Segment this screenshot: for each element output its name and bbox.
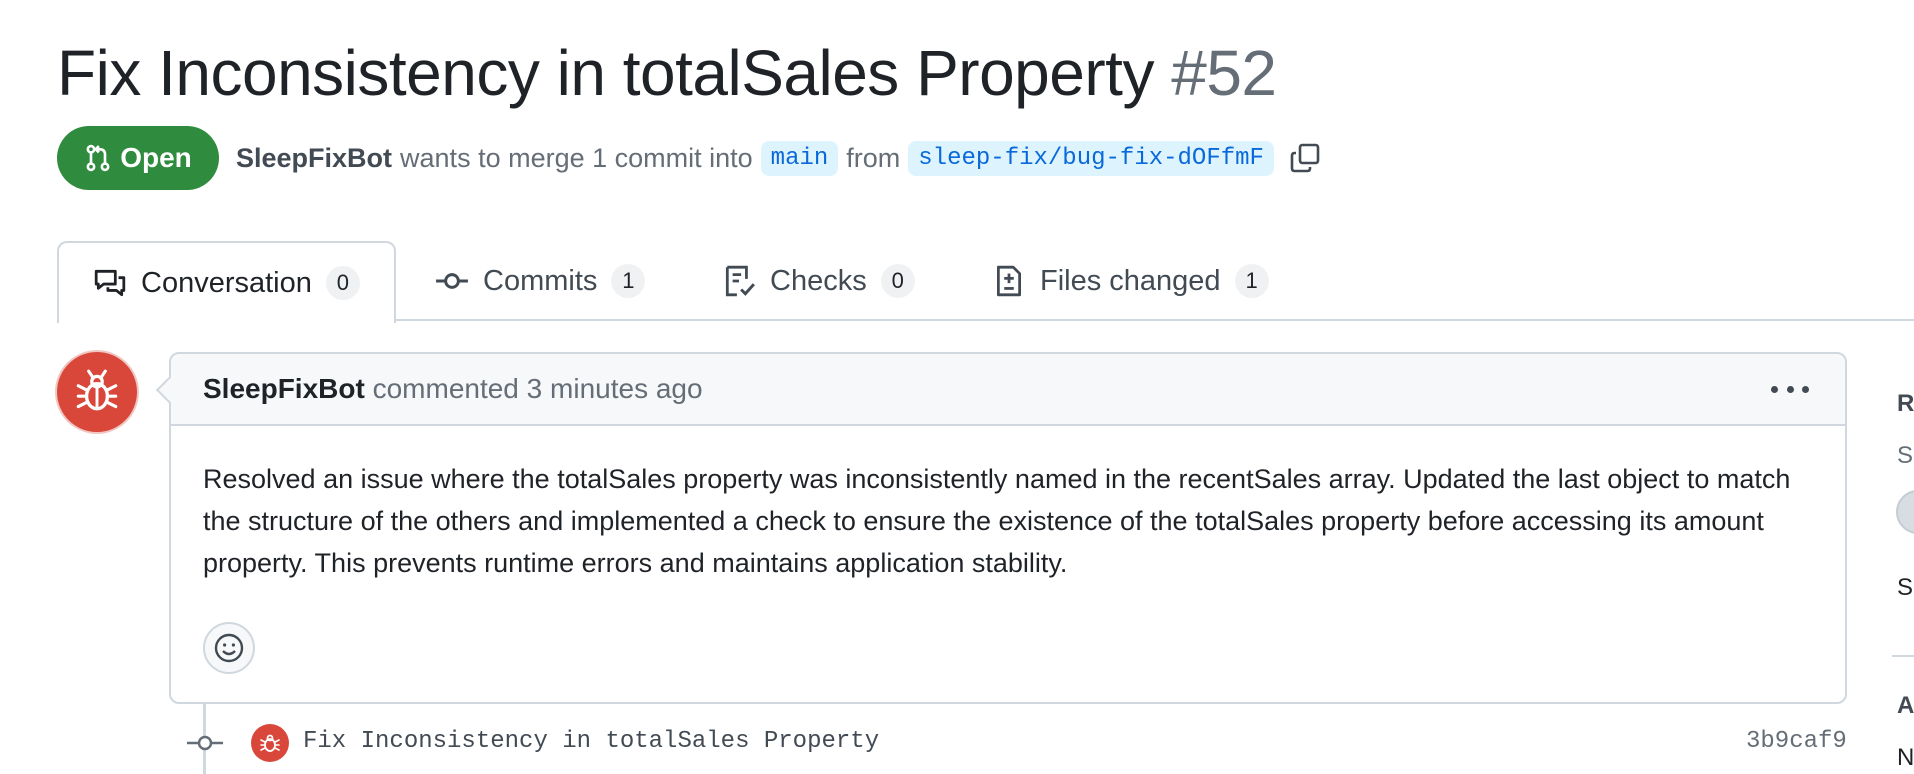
- pr-title-row: Fix Inconsistency in totalSales Property…: [57, 34, 1277, 112]
- tab-label: Files changed: [1040, 264, 1221, 297]
- commit-author-avatar[interactable]: [251, 724, 289, 762]
- comment-author[interactable]: SleepFixBot: [203, 373, 365, 404]
- tab-counter: 1: [1234, 264, 1269, 298]
- pr-number: #52: [1171, 37, 1277, 109]
- tab-conversation[interactable]: Conversation 0: [57, 241, 396, 323]
- tab-commits[interactable]: Commits 1: [435, 241, 646, 321]
- git-commit-icon: [187, 735, 223, 751]
- add-reaction-button[interactable]: [203, 622, 255, 674]
- sidebar-divider: [1892, 655, 1914, 657]
- pr-state-label: Open: [120, 142, 192, 173]
- tab-label: Commits: [483, 264, 598, 297]
- pr-merge-text: wants to merge 1 commit into: [400, 142, 753, 173]
- comment-action: commented: [372, 373, 519, 404]
- sidebar-still-text: S: [1897, 574, 1914, 601]
- tab-label: Checks: [770, 264, 867, 297]
- checklist-icon: [725, 265, 755, 297]
- pr-meta: SleepFixBot wants to merge 1 commit into…: [236, 136, 1322, 180]
- avatar[interactable]: [57, 352, 137, 432]
- sidebar-reviewers-heading[interactable]: R: [1897, 390, 1914, 418]
- tab-label: Conversation: [141, 266, 312, 299]
- commit-message-link[interactable]: Fix Inconsistency in totalSales Property: [303, 728, 879, 755]
- comment-body: Resolved an issue where the totalSales p…: [203, 464, 1791, 578]
- commit-sha-link[interactable]: 3b9caf9: [1746, 728, 1847, 755]
- tab-counter: 1: [611, 264, 646, 298]
- tab-files-changed[interactable]: Files changed 1: [992, 241, 1269, 321]
- pr-from-text: from: [846, 142, 901, 173]
- pr-author-link[interactable]: SleepFixBot: [236, 143, 392, 174]
- pr-state-badge: Open: [57, 126, 219, 190]
- comment-time[interactable]: 3 minutes ago: [527, 373, 703, 404]
- reviewer-avatar[interactable]: [1896, 490, 1914, 534]
- git-commit-icon: [436, 273, 468, 289]
- sidebar-suggestions-text: S: [1897, 442, 1914, 469]
- tab-counter: 0: [325, 266, 360, 300]
- smiley-icon: [214, 633, 244, 663]
- comment-header-text: SleepFixBot commented 3 minutes ago: [203, 373, 703, 405]
- head-branch[interactable]: sleep-fix/bug-fix-dOFfmF: [908, 140, 1274, 176]
- tab-checks[interactable]: Checks 0: [722, 241, 915, 321]
- bug-icon: [260, 734, 280, 752]
- pr-title: Fix Inconsistency in totalSales Property: [57, 37, 1154, 109]
- comment-discussion-icon: [94, 269, 126, 297]
- base-branch[interactable]: main: [760, 140, 839, 176]
- file-diff-icon: [996, 265, 1022, 297]
- git-pull-request-icon: [86, 144, 110, 172]
- sidebar-no-assignees-text: N: [1897, 744, 1914, 771]
- tab-counter: 0: [880, 264, 915, 298]
- comment-options-icon[interactable]: [1771, 376, 1809, 402]
- copy-icon[interactable]: [1288, 141, 1322, 175]
- bug-icon: [76, 369, 118, 411]
- sidebar-assignees-heading[interactable]: A: [1897, 692, 1914, 720]
